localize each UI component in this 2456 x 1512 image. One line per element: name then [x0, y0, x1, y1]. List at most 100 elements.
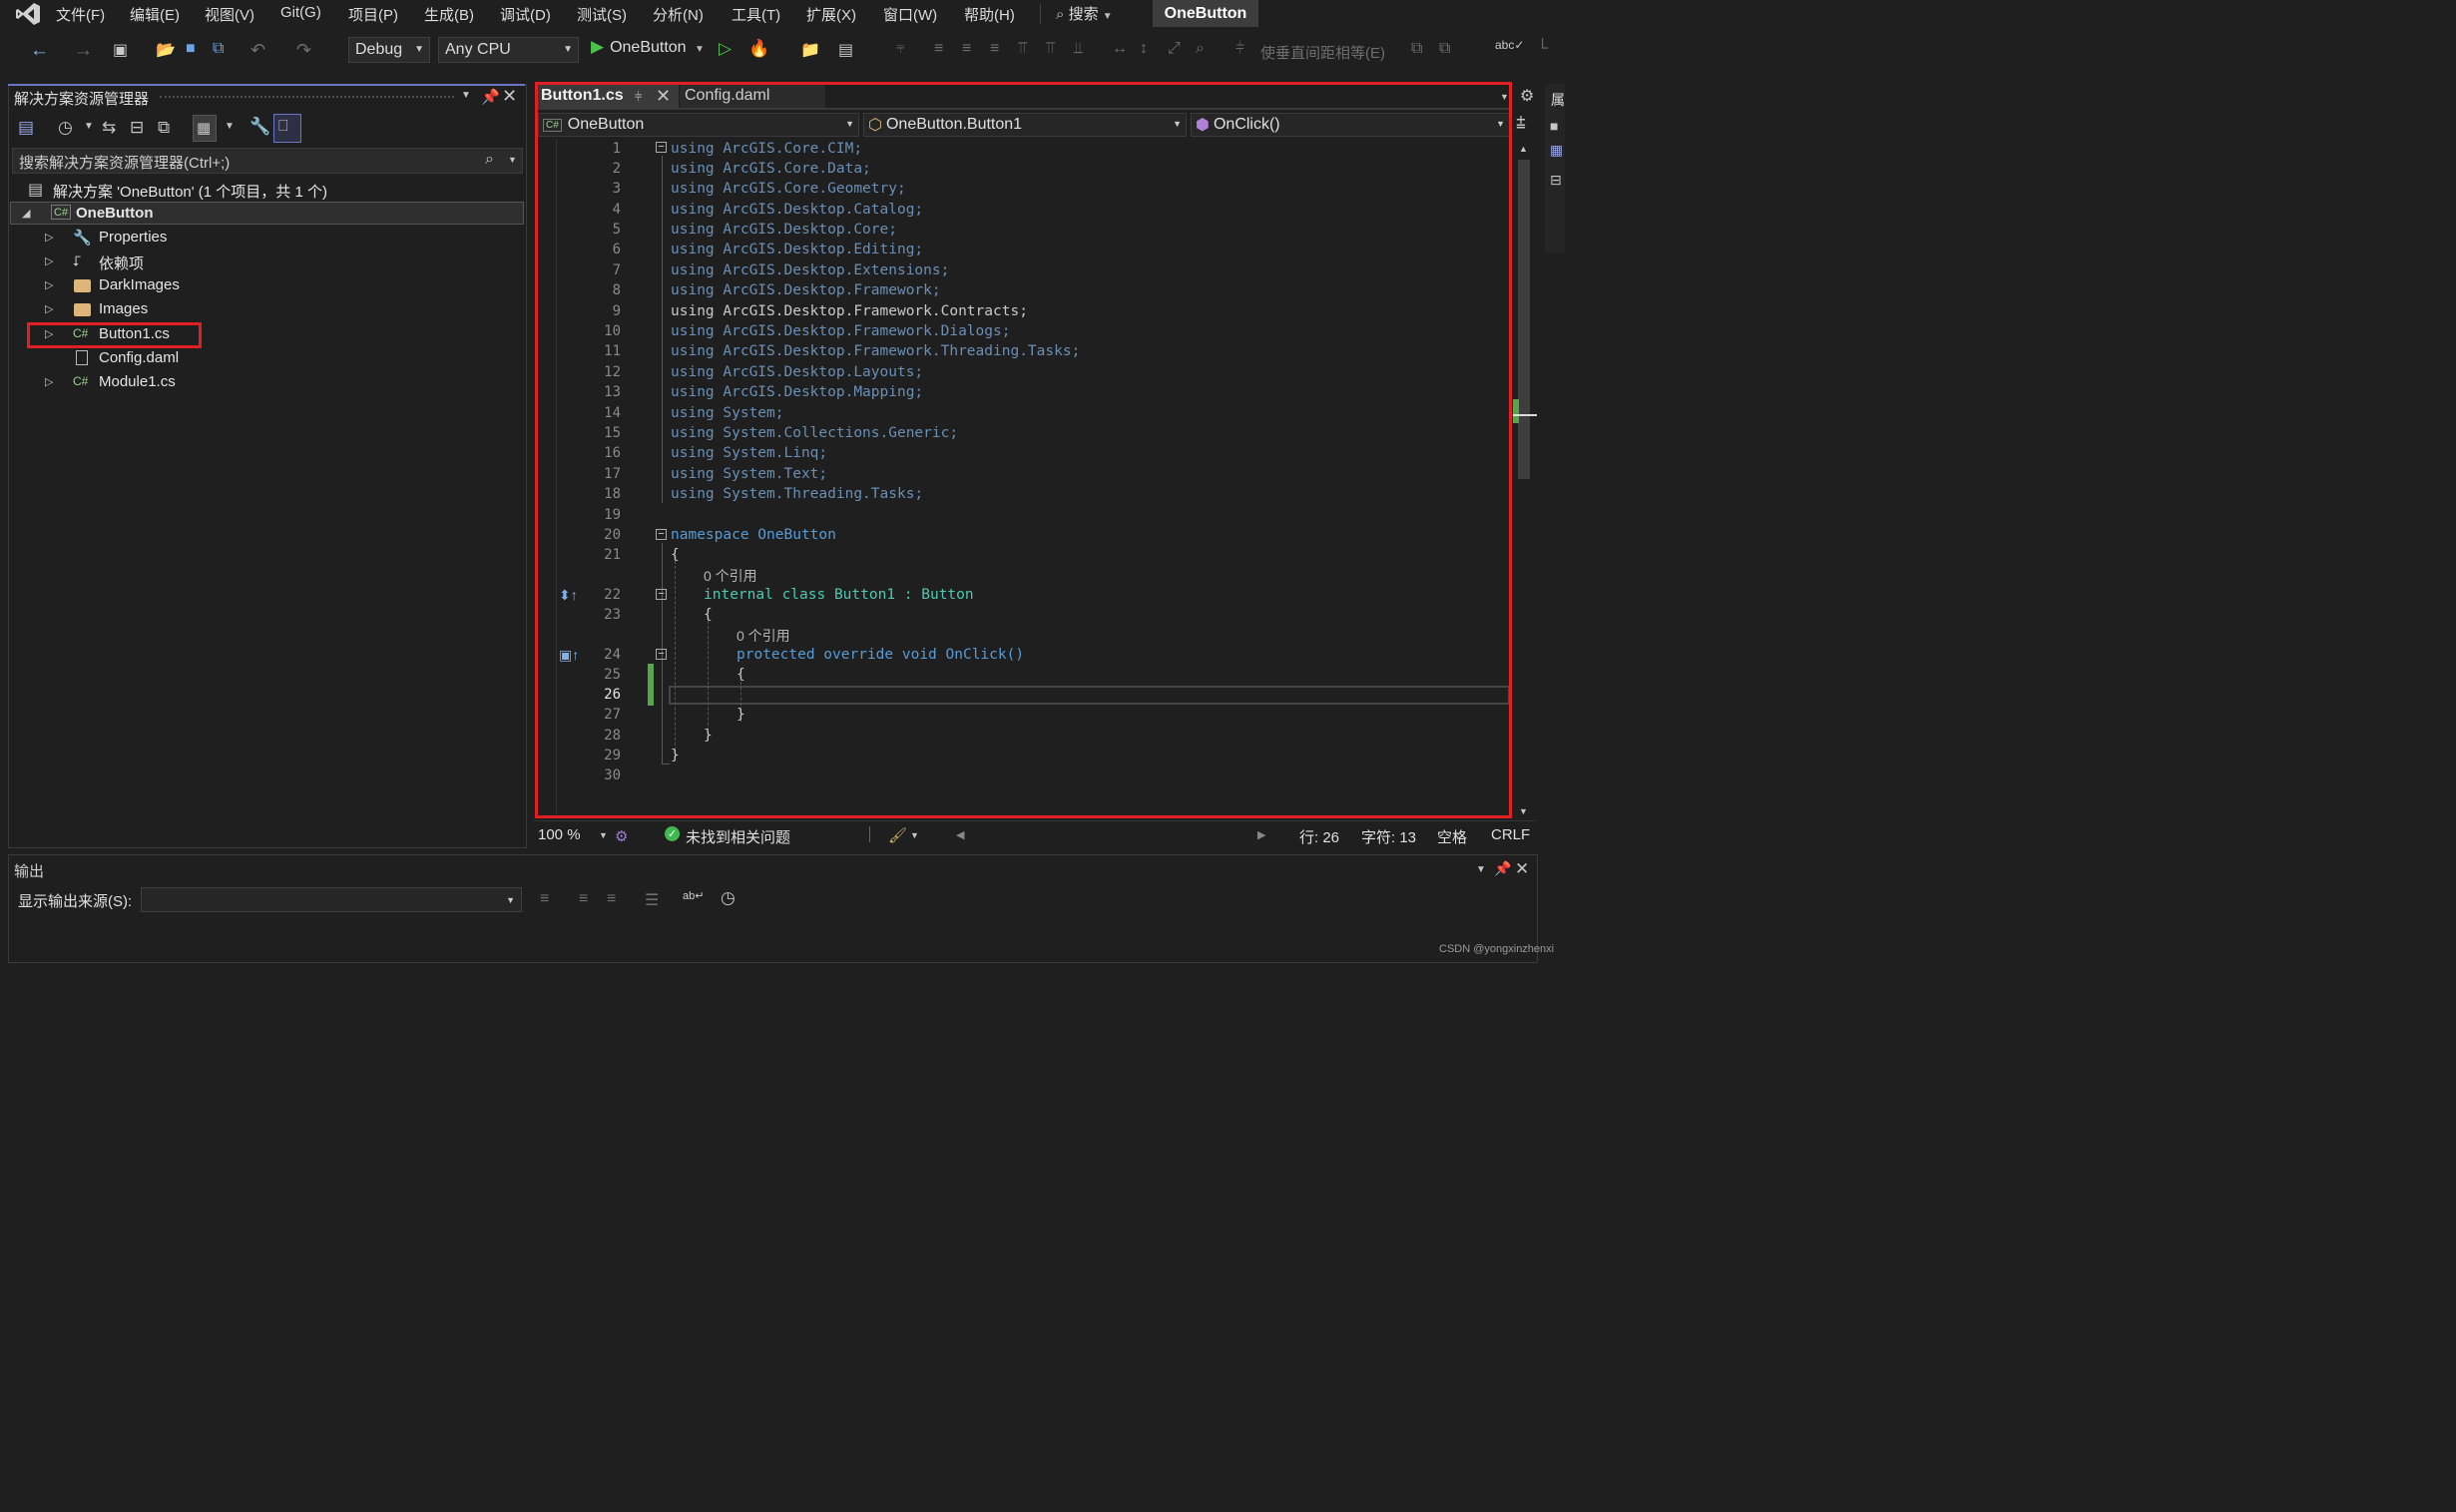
- indent-mode[interactable]: 空格: [1437, 826, 1467, 847]
- scroll-left-icon[interactable]: ◀: [956, 828, 964, 841]
- size-to-grid-icon[interactable]: ⤢: [1168, 40, 1181, 58]
- align-grid-icon[interactable]: ⫧: [896, 40, 905, 58]
- collapse-all-icon[interactable]: ⊟: [130, 118, 144, 138]
- timestamp-clock-icon[interactable]: ◷: [721, 888, 736, 908]
- align-lefts-icon[interactable]: ≡: [934, 40, 943, 58]
- save-icon[interactable]: ■: [186, 40, 196, 58]
- next-message-icon[interactable]: ≡: [607, 890, 616, 908]
- chevron-down-icon[interactable]: ▼: [910, 830, 919, 840]
- spell-check-icon[interactable]: abc✓: [1495, 38, 1524, 52]
- cursor-line[interactable]: 行: 26: [1299, 826, 1339, 847]
- start-without-debugging-icon[interactable]: ▷: [719, 39, 732, 59]
- panel-grip[interactable]: [160, 96, 454, 102]
- tree-item-config-daml[interactable]: Config.daml: [99, 349, 179, 366]
- sync-icon[interactable]: ⇆: [102, 118, 116, 138]
- vertical-spacing-icon[interactable]: ⫩: [1235, 40, 1244, 58]
- menu-edit[interactable]: 编辑(E): [130, 4, 180, 25]
- menu-project[interactable]: 项目(P): [348, 4, 398, 25]
- align-tops-icon[interactable]: ⫪: [1018, 40, 1027, 58]
- zoom-level[interactable]: 100 %: [538, 826, 581, 843]
- issues-status[interactable]: 未找到相关问题: [686, 826, 790, 847]
- properties-wrench-icon[interactable]: 🔧: [249, 117, 270, 137]
- chevron-down-icon[interactable]: ▼: [599, 830, 608, 840]
- word-wrap-icon[interactable]: ab↵: [683, 889, 704, 902]
- tree-item-properties[interactable]: Properties: [99, 229, 167, 246]
- open-folder-icon[interactable]: 📂: [156, 40, 176, 60]
- side-tab-icon[interactable]: ■: [1550, 118, 1558, 134]
- menu-extensions[interactable]: 扩展(X): [806, 4, 856, 25]
- undo-icon[interactable]: ↶: [250, 40, 265, 61]
- gear-icon[interactable]: ⚙: [1520, 86, 1534, 106]
- forward-icon[interactable]: →: [74, 40, 93, 62]
- browse-folder-icon[interactable]: 📁: [800, 40, 820, 60]
- solution-search-input[interactable]: 搜索解决方案资源管理器(Ctrl+;): [12, 148, 523, 174]
- redo-icon[interactable]: ↷: [296, 40, 311, 61]
- clear-all-icon[interactable]: ☰: [645, 890, 659, 910]
- send-to-back-icon[interactable]: ⧉: [1439, 40, 1450, 58]
- chevron-down-icon[interactable]: ▼: [225, 121, 235, 132]
- make-same-width-icon[interactable]: ↔: [1112, 40, 1128, 58]
- side-tab-icon[interactable]: ⊟: [1550, 172, 1562, 189]
- menu-help[interactable]: 帮助(H): [964, 4, 1015, 25]
- expanded-triangle-icon[interactable]: ◢: [22, 207, 30, 220]
- project-node[interactable]: OneButton: [76, 205, 153, 222]
- make-vertical-spacing-equal[interactable]: 使垂直间距相等(E): [1260, 42, 1385, 63]
- collapsed-triangle-icon[interactable]: ▷: [45, 375, 53, 388]
- start-debugging-button[interactable]: ▶ OneButton ▼: [591, 37, 705, 57]
- scroll-right-icon[interactable]: ▶: [1257, 828, 1265, 841]
- vertical-scrollbar-thumb[interactable]: [1518, 160, 1530, 479]
- window-layout-icon[interactable]: ▤: [838, 40, 853, 60]
- menu-window[interactable]: 窗口(W): [883, 4, 937, 25]
- collapsed-triangle-icon[interactable]: ▷: [45, 302, 53, 315]
- collapsed-triangle-icon[interactable]: ▷: [45, 327, 53, 340]
- solution-node[interactable]: 解决方案 'OneButton' (1 个项目，共 1 个): [53, 181, 327, 202]
- collapsed-triangle-icon[interactable]: ▷: [45, 254, 53, 267]
- align-centers-icon[interactable]: ≡: [962, 40, 971, 58]
- cursor-char[interactable]: 字符: 13: [1361, 826, 1416, 847]
- search-button[interactable]: ⌕ 搜索 ▼: [1056, 3, 1113, 24]
- align-middles-icon[interactable]: ⫪: [1046, 40, 1055, 58]
- menu-test[interactable]: 测试(S): [577, 4, 627, 25]
- tree-item-module1[interactable]: Module1.cs: [99, 373, 176, 390]
- back-icon[interactable]: ←: [30, 40, 49, 62]
- side-tab-icon[interactable]: ▦: [1550, 142, 1563, 159]
- show-all-files-icon[interactable]: ⧉: [158, 118, 170, 138]
- toolbar-overflow-icon[interactable]: └: [1537, 40, 1548, 58]
- align-rights-icon[interactable]: ≡: [990, 40, 999, 58]
- menu-build[interactable]: 生成(B): [424, 4, 474, 25]
- code-cleanup-brush-icon[interactable]: 🖌: [888, 826, 907, 844]
- tree-item-darkimages[interactable]: DarkImages: [99, 276, 180, 293]
- bring-to-front-icon[interactable]: ⧉: [1411, 40, 1422, 58]
- collapsed-triangle-icon[interactable]: ▷: [45, 278, 53, 291]
- scroll-down-icon[interactable]: ▼: [1519, 806, 1528, 816]
- menu-file[interactable]: 文件(F): [56, 4, 105, 25]
- panel-options-chevron-icon[interactable]: ▼: [461, 90, 471, 101]
- close-icon[interactable]: ✕: [502, 86, 517, 107]
- tree-item-button1[interactable]: Button1.cs: [99, 325, 170, 342]
- split-editor-icon[interactable]: ⩲: [1516, 114, 1526, 134]
- tree-item-images[interactable]: Images: [99, 300, 148, 317]
- panel-options-chevron-icon[interactable]: ▼: [1476, 864, 1486, 875]
- zoom-icon[interactable]: ⌕: [1196, 40, 1205, 58]
- menu-view[interactable]: 视图(V): [205, 4, 254, 25]
- menu-tools[interactable]: 工具(T): [732, 4, 780, 25]
- align-bottoms-icon[interactable]: ⫫: [1074, 40, 1083, 58]
- pin-icon[interactable]: 📌: [1494, 860, 1511, 877]
- line-ending[interactable]: CRLF: [1491, 826, 1530, 843]
- pending-changes-icon[interactable]: ◷: [58, 118, 73, 138]
- copilot-icon[interactable]: ⚙: [615, 827, 628, 845]
- save-all-icon[interactable]: ⧉: [213, 40, 224, 58]
- pin-icon[interactable]: 📌: [481, 88, 500, 106]
- hot-reload-icon[interactable]: 🔥: [748, 39, 769, 59]
- chevron-down-icon[interactable]: ▼: [508, 155, 517, 165]
- configuration-dropdown[interactable]: Debug ▼: [348, 37, 430, 63]
- find-message-icon[interactable]: ≡: [540, 890, 549, 908]
- platform-dropdown[interactable]: Any CPU ▼: [438, 37, 579, 63]
- output-source-dropdown[interactable]: ▼: [141, 887, 522, 912]
- properties-tab-label[interactable]: 属: [1551, 90, 1565, 110]
- menu-analyze[interactable]: 分析(N): [653, 4, 704, 25]
- close-icon[interactable]: ✕: [1515, 859, 1529, 879]
- chevron-down-icon[interactable]: ▼: [84, 121, 94, 132]
- switch-views-icon[interactable]: ▤: [18, 118, 34, 138]
- tree-item-dependencies[interactable]: 依赖项: [99, 252, 144, 273]
